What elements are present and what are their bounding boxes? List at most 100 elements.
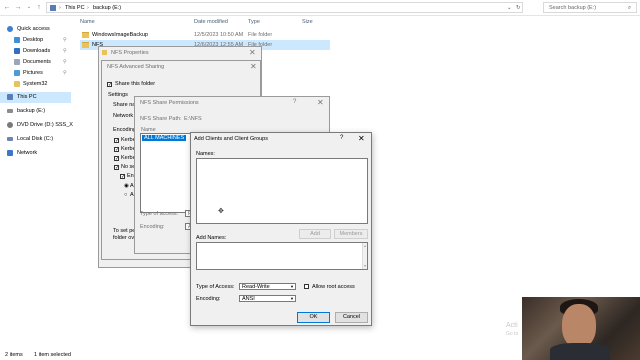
nav-item-system32[interactable]: System32 xyxy=(0,79,71,90)
nav-label: Quick access xyxy=(17,26,50,32)
address-dropdown-icon[interactable]: ⌄ xyxy=(507,4,512,12)
search-input[interactable]: Search backup (E:) ⌕ xyxy=(543,2,637,13)
breadcrumb-this-pc[interactable]: This PC xyxy=(65,4,85,12)
presenter-face xyxy=(562,304,596,348)
radio-button-icon[interactable]: ○ xyxy=(124,192,127,198)
column-header-type[interactable]: Type xyxy=(248,19,260,25)
scroll-up-icon[interactable]: ▲ xyxy=(363,244,367,248)
breadcrumb-backup[interactable]: backup (E:) xyxy=(93,4,121,12)
nav-item-desktop[interactable]: Desktop ⚲ xyxy=(0,35,71,46)
webcam-overlay xyxy=(522,297,640,360)
help-icon[interactable]: ? xyxy=(293,99,296,105)
folder-icon xyxy=(102,50,107,55)
kerberos-checkbox[interactable]: ✓ xyxy=(114,138,119,144)
allow-root-checkbox[interactable] xyxy=(304,284,309,289)
nav-label: Downloads xyxy=(23,48,51,54)
clients-list[interactable]: ALL MACHINES xyxy=(140,133,191,213)
members-button[interactable]: Members xyxy=(334,229,368,239)
add-names-label: Add Names: xyxy=(196,235,227,241)
type-of-access-label: Type of access: xyxy=(140,211,179,217)
folder-icon xyxy=(82,42,89,48)
path-separator: › xyxy=(87,5,89,11)
chevron-down-icon: ▼ xyxy=(290,296,294,301)
nav-item-pictures[interactable]: Pictures ⚲ xyxy=(0,68,71,79)
pin-icon: ⚲ xyxy=(63,37,67,43)
list-item[interactable]: ALL MACHINES xyxy=(142,135,187,141)
scroll-down-icon[interactable]: ▼ xyxy=(363,264,367,268)
nav-item-documents[interactable]: Documents ⚲ xyxy=(0,57,71,68)
share-folder-label: Share this folder xyxy=(115,81,156,87)
radio-button-icon[interactable]: ◉ xyxy=(124,183,129,189)
share-path-value: E:\NFS xyxy=(184,116,202,122)
folder-icon xyxy=(14,81,20,87)
type-of-access-label: Type of Access: xyxy=(196,284,235,290)
pictures-icon xyxy=(14,70,20,76)
drive-icon xyxy=(7,137,13,141)
nav-label: Network xyxy=(17,150,38,156)
enable-checkbox[interactable]: ✓ xyxy=(120,174,125,180)
ok-button[interactable]: OK xyxy=(297,312,330,323)
names-label: Names: xyxy=(196,151,215,157)
nav-label: Desktop xyxy=(23,37,44,43)
item-count: 2 items xyxy=(5,352,23,358)
encoding-label: Encoding: xyxy=(196,296,221,302)
kerberos-checkbox[interactable]: ✓ xyxy=(114,147,119,153)
add-names-input[interactable]: ▲ ▼ xyxy=(196,242,368,270)
address-bar-row: ← → ⌄ ↑ › This PC › backup (E:) ⌄ ↻ Sear… xyxy=(0,0,640,16)
help-icon[interactable]: ? xyxy=(340,135,343,141)
file-type: File folder xyxy=(248,32,273,38)
no-server-auth-checkbox[interactable]: ✓ xyxy=(114,165,119,171)
nav-item-network[interactable]: Network xyxy=(0,148,71,159)
encoding-label: Encoding xyxy=(113,127,136,133)
close-icon[interactable]: ✕ xyxy=(317,98,324,107)
nav-item-local-disk[interactable]: Local Disk (C:) xyxy=(0,134,71,145)
nav-item-quick-access[interactable]: Quick access xyxy=(0,24,71,35)
column-header-name[interactable]: Name xyxy=(80,19,95,25)
address-input[interactable]: › This PC › backup (E:) ⌄ ↻ xyxy=(46,2,523,13)
column-header-date[interactable]: Date modified xyxy=(194,19,228,25)
share-folder-checkbox[interactable]: ✓ xyxy=(107,82,112,88)
dialog-title: Add Clients and Client Groups xyxy=(194,136,268,142)
up-arrow-icon[interactable]: ↑ xyxy=(35,3,43,12)
refresh-icon[interactable]: ↻ xyxy=(516,4,521,12)
close-icon[interactable]: ✕ xyxy=(250,62,257,71)
scrollbar[interactable]: ▲ ▼ xyxy=(362,243,367,269)
close-icon[interactable]: ✕ xyxy=(249,48,256,57)
encoding-label: Encoding: xyxy=(140,224,165,230)
selection-count: 1 item selected xyxy=(34,352,71,358)
nav-item-backup-drive[interactable]: backup (E:) xyxy=(0,106,71,117)
encoding-select[interactable]: ANSI ▼ xyxy=(239,295,296,302)
dialog-title: NFS Properties xyxy=(111,50,149,56)
nav-label: DVD Drive (D:) SSS_X xyxy=(17,122,73,128)
nav-item-this-pc[interactable]: This PC xyxy=(0,92,71,103)
nav-item-downloads[interactable]: Downloads ⚲ xyxy=(0,46,71,57)
recent-locations-chevron-icon[interactable]: ⌄ xyxy=(25,3,33,12)
drive-icon xyxy=(7,109,13,113)
this-pc-icon xyxy=(7,94,13,100)
nav-label: Documents xyxy=(23,59,51,65)
add-button[interactable]: Add xyxy=(299,229,331,239)
allow-root-label: Allow root access xyxy=(312,284,355,290)
activation-watermark-subtext: Go to xyxy=(506,331,519,337)
back-arrow-icon[interactable]: ← xyxy=(3,3,11,12)
file-date: 12/5/2023 10:50 AM xyxy=(194,32,244,38)
pin-icon: ⚲ xyxy=(63,59,67,65)
settings-group-label: Settings xyxy=(108,92,128,98)
search-placeholder: Search backup (E:) xyxy=(549,5,597,11)
this-pc-icon xyxy=(50,5,56,11)
type-of-access-select[interactable]: Read-Write ▼ xyxy=(239,283,296,290)
cursor-icon: ✥ xyxy=(218,208,224,215)
dialog-title: NFS Advanced Sharing xyxy=(107,64,165,70)
nav-item-dvd-drive[interactable]: DVD Drive (D:) SSS_X xyxy=(0,120,73,131)
navigation-pane: Quick access Desktop ⚲ Downloads ⚲ Docum… xyxy=(0,16,73,346)
close-icon[interactable]: ✕ xyxy=(358,134,365,143)
activation-watermark: Acti xyxy=(506,322,518,329)
share-path-label: NFS Share Path: xyxy=(140,116,182,122)
presenter-shirt xyxy=(550,343,610,360)
kerberos-checkbox[interactable]: ✓ xyxy=(114,156,119,162)
file-row[interactable]: WindowsImageBackup 12/5/2023 10:50 AM Fi… xyxy=(80,30,330,40)
forward-arrow-icon[interactable]: → xyxy=(14,3,22,12)
column-header-size[interactable]: Size xyxy=(302,19,313,25)
dialog-title: NFS Share Permissions xyxy=(140,100,199,106)
cancel-button[interactable]: Cancel xyxy=(335,312,368,323)
